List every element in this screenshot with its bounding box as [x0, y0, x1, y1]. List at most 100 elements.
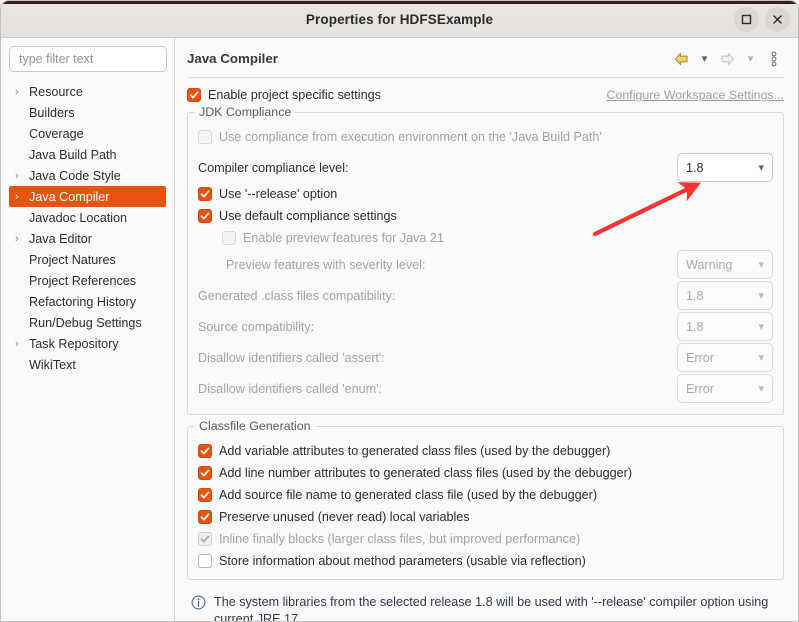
- check-icon: [200, 491, 210, 499]
- sidebar-item-label: Java Build Path: [29, 147, 117, 162]
- maximize-button[interactable]: [734, 7, 759, 32]
- use-release-option-checkbox[interactable]: [198, 187, 212, 201]
- back-arrow-icon: [674, 52, 688, 65]
- compliance-level-combo[interactable]: 1.8 ▾: [677, 153, 773, 182]
- classfile-option-row: Inline finally blocks (larger class file…: [198, 528, 773, 550]
- classfile-option-label: Add variable attributes to generated cla…: [219, 444, 611, 458]
- check-icon: [200, 212, 210, 220]
- close-button[interactable]: [765, 7, 790, 32]
- use-default-compliance-label: Use default compliance settings: [219, 209, 397, 223]
- class-files-compat-combo[interactable]: 1.8 ▾: [677, 281, 773, 310]
- back-history-dropdown[interactable]: ▾: [694, 48, 715, 70]
- classfile-option-label: Add line number attributes to generated …: [219, 466, 633, 480]
- forward-history-dropdown[interactable]: ▾: [740, 48, 761, 70]
- sidebar-item-java-code-style[interactable]: › Java Code Style: [9, 165, 168, 186]
- enable-preview-features-checkbox[interactable]: [222, 231, 236, 245]
- pane-toolbar: ▾ ▾: [671, 48, 784, 70]
- sidebar-item-label: Java Compiler: [29, 189, 110, 204]
- sidebar-item-resource[interactable]: › Resource: [9, 81, 168, 102]
- settings-pane: Java Compiler ▾ ▾ Enable project specifi…: [175, 38, 798, 622]
- chevron-right-icon[interactable]: ›: [15, 191, 29, 203]
- settings-tree: › Resource Builders Coverage Java Build Path…: [9, 81, 168, 375]
- chevron-down-icon: ▾: [747, 53, 754, 65]
- window-controls: [734, 7, 790, 32]
- sidebar-item-java-compiler[interactable]: › Java Compiler: [9, 186, 166, 207]
- chevron-down-icon: ▾: [701, 53, 708, 65]
- jdk-compliance-group: JDK Compliance Use compliance from execu…: [187, 105, 784, 415]
- enable-preview-features-label: Enable preview features for Java 21: [243, 231, 444, 245]
- chevron-down-icon: ▾: [758, 162, 764, 174]
- view-menu-button[interactable]: [763, 48, 784, 70]
- classfile-generation-group-title: Classfile Generation: [195, 419, 315, 433]
- preview-severity-label: Preview features with severity level:: [226, 257, 426, 272]
- chevron-down-icon: ▾: [758, 383, 764, 395]
- sidebar-item-run-debug-settings[interactable]: Run/Debug Settings: [9, 312, 168, 333]
- classfile-option-checkbox[interactable]: [198, 532, 212, 546]
- classfile-option-checkbox[interactable]: [198, 466, 212, 480]
- page-title: Java Compiler: [187, 51, 278, 66]
- class-files-compat-value: 1.8: [686, 288, 704, 303]
- disallow-enum-combo[interactable]: Error ▾: [677, 374, 773, 403]
- sidebar-item-project-references[interactable]: Project References: [9, 270, 168, 291]
- classfile-option-label: Store information about method parameter…: [219, 554, 586, 568]
- chevron-right-icon[interactable]: ›: [15, 338, 29, 350]
- sidebar-item-label: Java Editor: [29, 231, 92, 246]
- preview-severity-combo[interactable]: Warning ▾: [677, 250, 773, 279]
- use-compliance-from-ee-row: Use compliance from execution environmen…: [198, 126, 773, 148]
- sidebar-item-refactoring-history[interactable]: Refactoring History: [9, 291, 168, 312]
- classfile-option-checkbox[interactable]: [198, 554, 212, 568]
- sidebar-item-label: Project Natures: [29, 252, 116, 267]
- source-compat-label: Source compatibility:: [198, 319, 315, 334]
- back-button[interactable]: [671, 48, 692, 70]
- chevron-down-icon: ▾: [758, 352, 764, 364]
- info-message-text: The system libraries from the selected r…: [214, 595, 769, 622]
- classfile-option-checkbox[interactable]: [198, 444, 212, 458]
- sidebar-item-task-repository[interactable]: › Task Repository: [9, 333, 168, 354]
- sidebar-item-java-build-path[interactable]: Java Build Path: [9, 144, 168, 165]
- check-icon: [200, 447, 210, 455]
- view-menu-icon: [771, 51, 776, 66]
- maximize-icon: [741, 14, 752, 25]
- chevron-right-icon[interactable]: ›: [15, 233, 29, 245]
- sidebar-item-java-editor[interactable]: › Java Editor: [9, 228, 168, 249]
- forward-button[interactable]: [717, 48, 738, 70]
- classfile-option-checkbox[interactable]: [198, 510, 212, 524]
- window-titlebar: Properties for HDFSExample: [1, 1, 798, 38]
- compliance-level-row: Compiler compliance level: 1.8 ▾: [198, 152, 773, 183]
- use-release-option-label: Use '--release' option: [219, 187, 338, 201]
- classfile-option-label: Add source file name to generated class …: [219, 488, 598, 502]
- enable-project-specific-checkbox[interactable]: [187, 88, 201, 102]
- classfile-generation-group: Classfile Generation Add variable attrib…: [187, 419, 784, 580]
- chevron-right-icon[interactable]: ›: [15, 86, 29, 98]
- sidebar-item-wikitext[interactable]: WikiText: [9, 354, 168, 375]
- source-compat-row: Source compatibility: 1.8 ▾: [198, 311, 773, 342]
- configure-workspace-settings-link[interactable]: Configure Workspace Settings...: [607, 88, 784, 102]
- classfile-option-row: Add source file name to generated class …: [198, 484, 773, 506]
- disallow-assert-combo[interactable]: Error ▾: [677, 343, 773, 372]
- class-files-compat-label: Generated .class files compatibility:: [198, 288, 396, 303]
- classfile-option-checkbox[interactable]: [198, 488, 212, 502]
- disallow-enum-row: Disallow identifiers called 'enum': Erro…: [198, 373, 773, 404]
- settings-sidebar: ›ResourceBuildersCoverageJava Build Path…: [1, 38, 175, 621]
- sidebar-item-label: Resource: [29, 84, 83, 99]
- use-compliance-from-ee-checkbox[interactable]: [198, 130, 212, 144]
- properties-dialog: Properties for HDFSExample ›ResourceBuil…: [0, 0, 799, 622]
- use-default-compliance-row: Use default compliance settings: [198, 205, 773, 227]
- use-default-compliance-checkbox[interactable]: [198, 209, 212, 223]
- classfile-option-label: Preserve unused (never read) local varia…: [219, 510, 470, 524]
- classfile-option-row: Preserve unused (never read) local varia…: [198, 506, 773, 528]
- source-compat-combo[interactable]: 1.8 ▾: [677, 312, 773, 341]
- sidebar-item-javadoc-location[interactable]: Javadoc Location: [9, 207, 168, 228]
- filter-input[interactable]: [9, 46, 167, 72]
- sidebar-item-label: Coverage: [29, 126, 84, 141]
- chevron-right-icon[interactable]: ›: [15, 170, 29, 182]
- disallow-assert-label: Disallow identifiers called 'assert':: [198, 350, 385, 365]
- compliance-level-value: 1.8: [686, 160, 704, 175]
- chevron-down-icon: ▾: [758, 321, 764, 333]
- sidebar-item-coverage[interactable]: Coverage: [9, 123, 168, 144]
- classfile-option-label: Inline finally blocks (larger class file…: [219, 532, 581, 546]
- sidebar-item-project-natures[interactable]: Project Natures: [9, 249, 168, 270]
- sidebar-item-label: Builders: [29, 105, 75, 120]
- sidebar-item-builders[interactable]: Builders: [9, 102, 168, 123]
- enable-project-specific-row: Enable project specific settings Configu…: [187, 84, 784, 106]
